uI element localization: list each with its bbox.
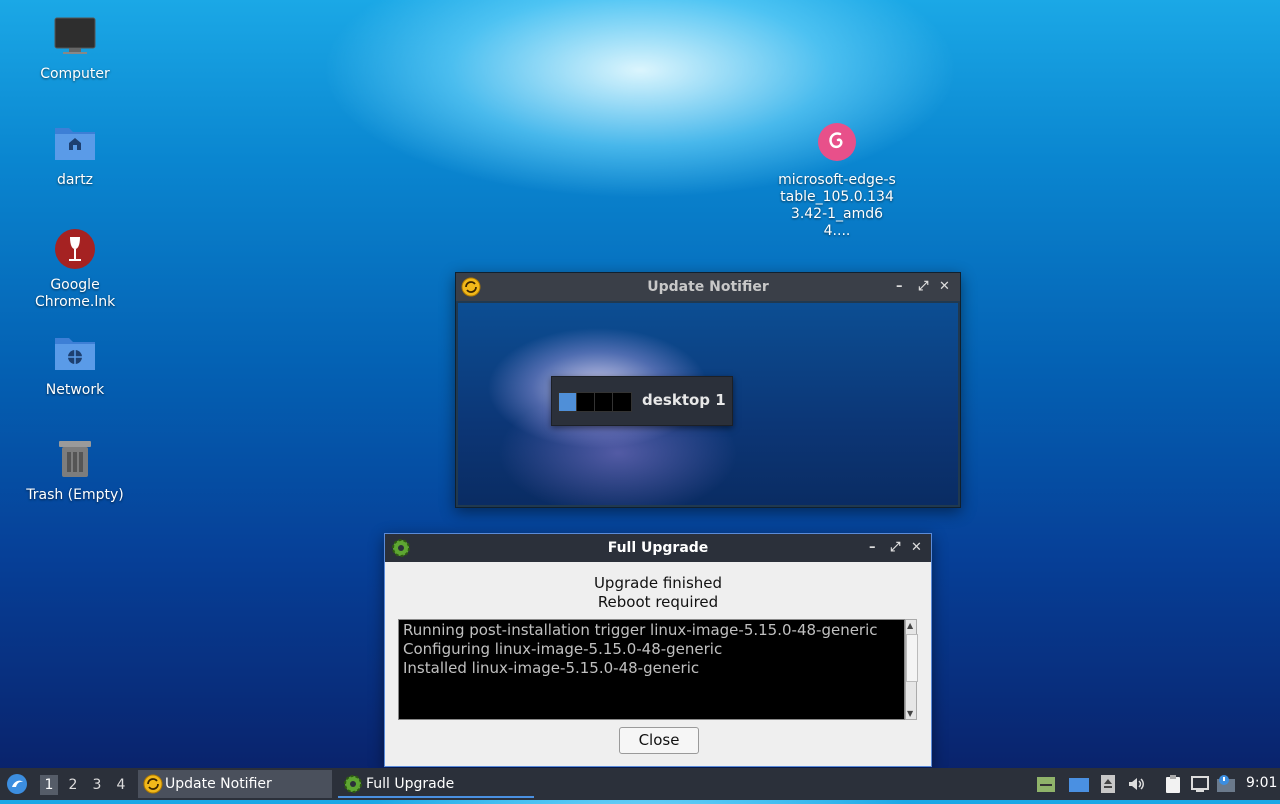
eject-icon[interactable] xyxy=(1098,774,1118,794)
close-icon[interactable]: ✕ xyxy=(939,273,950,301)
volume-icon[interactable] xyxy=(1126,774,1146,794)
desktop-icon-trash[interactable]: Trash (Empty) xyxy=(20,437,130,504)
clipboard-icon[interactable] xyxy=(1163,774,1183,794)
scroll-up-icon[interactable]: ▲ xyxy=(907,621,913,630)
desktop-switch-popup: desktop 1 xyxy=(551,376,733,426)
computer-icon xyxy=(53,16,97,60)
full-upgrade-window: Full Upgrade – ⤢ ✕ Upgrade finished Rebo… xyxy=(384,533,932,767)
show-desktop-icon[interactable] xyxy=(1068,774,1090,794)
desktop-icon-label: Trash (Empty) xyxy=(26,487,124,503)
maximize-icon[interactable]: ⤢ xyxy=(918,273,928,301)
desktop-icon-deb-package[interactable]: microsoft-edge-stable_105.0.1343.42-1_am… xyxy=(776,122,898,240)
desktop-icon-chrome-link[interactable]: Google Chrome.lnk xyxy=(20,227,130,311)
workspace-thumb xyxy=(576,392,596,412)
start-menu-icon[interactable] xyxy=(6,773,28,799)
desktop-icon-label: Google Chrome.lnk xyxy=(35,277,116,310)
taskbar: 1 2 3 4 Update Notifier Full Upgrade 9:0… xyxy=(0,768,1280,800)
task-update-notifier[interactable]: Update Notifier xyxy=(138,770,332,798)
desktop-icon-label: Network xyxy=(45,382,105,398)
wine-glass-icon xyxy=(53,227,97,271)
file-manager-icon[interactable] xyxy=(1036,774,1056,794)
close-icon[interactable]: ✕ xyxy=(911,534,922,562)
task-label: Update Notifier xyxy=(165,776,272,792)
workspace-thumb xyxy=(612,392,632,412)
task-label: Full Upgrade xyxy=(366,776,455,792)
log-line: Configuring linux-image-5.15.0-48-generi… xyxy=(403,640,723,658)
workspace-3[interactable]: 3 xyxy=(88,775,106,795)
update-notification-icon[interactable] xyxy=(1216,774,1236,794)
workspace-thumb xyxy=(558,392,578,412)
home-folder-icon xyxy=(53,122,97,166)
close-button[interactable]: Close xyxy=(619,727,699,754)
desktop-icon-label: microsoft-edge-stable_105.0.1343.42-1_am… xyxy=(778,172,896,239)
desktop-icon-label: Computer xyxy=(40,66,110,82)
minimize-icon[interactable]: – xyxy=(896,273,903,301)
workspace-2[interactable]: 2 xyxy=(64,775,82,795)
upgrade-log[interactable]: Running post-installation trigger linux-… xyxy=(398,619,905,720)
log-scrollbar[interactable]: ▲ ▼ xyxy=(905,619,918,720)
maximize-icon[interactable]: ⤢ xyxy=(890,534,900,562)
scroll-thumb[interactable] xyxy=(906,634,918,682)
minimize-icon[interactable]: – xyxy=(869,534,876,562)
desktop-icon-computer[interactable]: Computer xyxy=(20,16,130,83)
scroll-down-icon[interactable]: ▼ xyxy=(907,709,913,718)
workspace-1[interactable]: 1 xyxy=(40,775,58,795)
status-finished: Upgrade finished xyxy=(593,574,723,592)
log-line: Running post-installation trigger linux-… xyxy=(403,621,878,639)
window-title: Update Notifier xyxy=(647,279,769,295)
desktop-label: desktop 1 xyxy=(642,391,726,409)
workspace-4[interactable]: 4 xyxy=(112,775,130,795)
desktop-icon-home-folder[interactable]: dartz xyxy=(20,122,130,189)
desktop-icon-label: dartz xyxy=(56,172,94,188)
window-title: Full Upgrade xyxy=(607,540,709,556)
desktop-icon-network[interactable]: Network xyxy=(20,332,130,399)
title-bar[interactable]: Update Notifier – ⤢ ✕ xyxy=(456,273,960,301)
gear-icon xyxy=(391,538,411,568)
network-folder-icon xyxy=(53,332,97,376)
status-reboot: Reboot required xyxy=(597,593,719,611)
title-bar[interactable]: Full Upgrade – ⤢ ✕ xyxy=(385,534,931,562)
trash-icon xyxy=(53,437,97,481)
task-full-upgrade[interactable]: Full Upgrade xyxy=(338,770,534,798)
network-icon[interactable] xyxy=(1190,774,1210,794)
log-line: Installed linux-image-5.15.0-48-generic xyxy=(403,659,700,677)
debian-swirl-icon xyxy=(815,122,859,166)
clock[interactable]: 9:01 xyxy=(1246,775,1277,791)
workspace-thumb xyxy=(594,392,614,412)
